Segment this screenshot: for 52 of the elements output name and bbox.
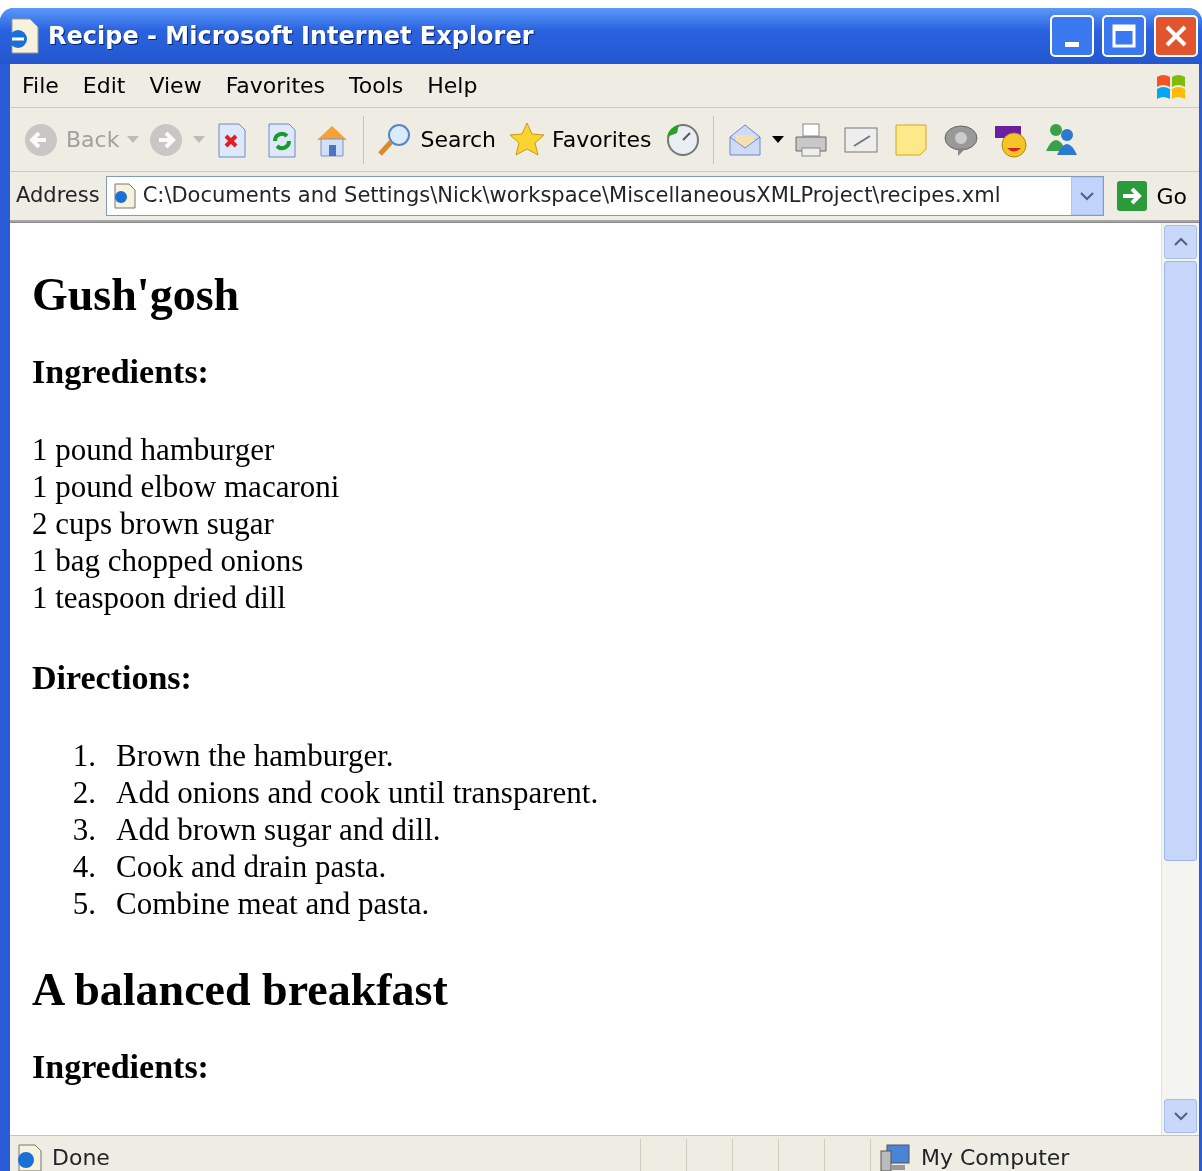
chevron-up-icon [1173,237,1188,247]
minimize-button[interactable] [1050,15,1094,57]
step-number: 5. [71,884,97,922]
favorites-button[interactable]: Favorites [504,118,656,161]
step-text: Combine meat and pasta. [116,884,430,922]
dropdown-arrow-icon[interactable] [772,136,785,143]
step-text: Brown the hamburger. [116,736,394,774]
step-number: 4. [71,847,97,885]
go-button[interactable]: Go [1110,179,1193,213]
close-button[interactable] [1154,15,1198,57]
minimize-icon [1065,42,1079,47]
address-label: Address [16,182,100,210]
scroll-thumb[interactable] [1164,261,1197,861]
scrollbar[interactable] [1161,223,1199,1135]
scroll-up-button[interactable] [1164,225,1197,259]
section-heading: Ingredients: [32,1046,210,1087]
status-text: Done [52,1144,110,1171]
chevron-down-icon [1173,1111,1188,1121]
recipe-title: Gush'gosh [32,268,241,322]
search-button[interactable]: Search [372,118,500,161]
step-number: 1. [71,736,97,774]
star-icon [508,120,546,159]
step-text: Add brown sugar and dill. [116,810,441,848]
step-text: Add onions and cook until transparent. [116,773,599,811]
browser-logo-icon [6,17,40,55]
section-heading: Ingredients: [32,352,210,393]
computer-icon [879,1142,913,1171]
maximize-icon [1112,24,1136,49]
step-number: 2. [71,773,97,811]
window-title: Recipe - Microsoft Internet Explorer [48,21,535,52]
menu-item[interactable]: View [137,69,214,102]
menu-item[interactable]: Favorites [213,69,338,102]
recipe-title: A balanced breakfast [32,962,449,1017]
address-field[interactable]: C:\Documents and Settings\Nick\workspace\MiscellaneousXMLProject\recipes.xml [105,176,1105,216]
step-text: Cook and drain pasta. [116,847,387,885]
close-icon [1164,24,1188,49]
menu-item[interactable]: Tools [337,69,416,102]
menu-item[interactable]: Help [415,69,490,102]
ingredient-line: 1 teaspoon dried dill [32,579,286,616]
ingredient-line: 1 bag chopped onions [32,542,304,579]
section-heading: Directions: [32,658,193,698]
dropdown-button[interactable] [1071,177,1104,215]
chevron-down-icon [1080,191,1095,201]
zone-text: My Computer [921,1144,1070,1171]
scroll-down-button[interactable] [1164,1099,1197,1133]
step-number: 3. [71,810,97,848]
ingredient-line: 1 pound hamburger [32,431,275,468]
ingredient-line: 2 cups brown sugar [32,505,274,542]
menu-item[interactable]: File [10,69,71,102]
ingredient-line: 1 pound elbow macaroni [32,468,340,505]
menu-item[interactable]: Edit [70,69,138,102]
maximize-button[interactable] [1102,15,1146,57]
